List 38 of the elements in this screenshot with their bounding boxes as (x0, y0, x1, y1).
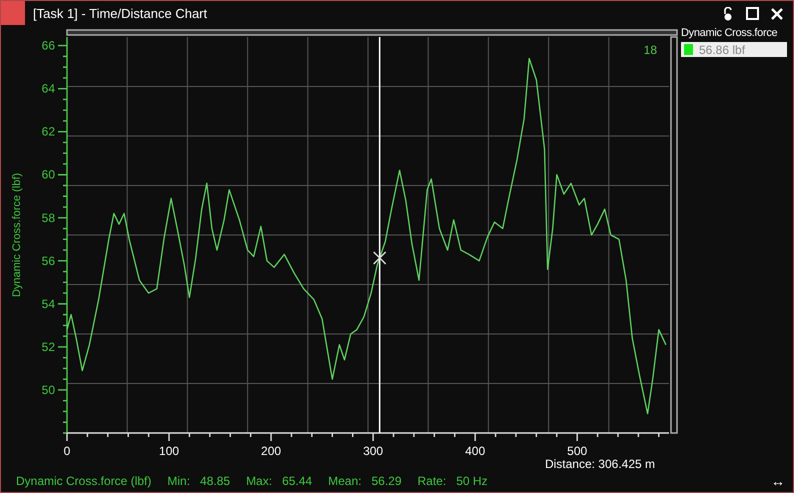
legend-title: Dynamic Cross.force (681, 27, 778, 39)
close-icon[interactable] (771, 8, 783, 20)
y-tick-label: 50 (42, 382, 55, 397)
y-tick-label: 56 (42, 254, 55, 268)
stat-value: 56.29 (371, 474, 402, 488)
y-tick-label: 58 (42, 210, 55, 225)
x-tick-label: 400 (465, 444, 486, 458)
x-tick-label: 200 (261, 444, 282, 458)
scrollbar[interactable] (66, 29, 678, 36)
stat-label: Rate: (418, 474, 446, 488)
y-axis-title: Dynamic Cross.force (lbf) (11, 172, 23, 298)
cursor-marker-icon (372, 251, 386, 265)
maximize-icon[interactable] (746, 7, 759, 20)
unlock-icon[interactable] (722, 6, 734, 20)
cursor-distance-label: Distance: 306.425 m (544, 457, 655, 470)
y-tick-label: 66 (42, 38, 55, 53)
stat-value: 50 Hz (456, 474, 488, 488)
y-tick-label: 60 (42, 168, 55, 182)
y-tick-label: 62 (42, 124, 55, 139)
y-tick-label: 54 (42, 296, 55, 311)
x-tick-label: 300 (363, 444, 384, 458)
stat-value: 65.44 (282, 474, 312, 488)
stat-label: Mean: (328, 474, 362, 488)
stat-label: Min: (167, 474, 190, 488)
stat-label: Max: (246, 474, 272, 488)
y-tick-label: 52 (42, 340, 55, 354)
y-tick-label: 64 (42, 82, 55, 96)
x-tick-label: 0 (64, 444, 70, 458)
stat-value: 48.85 (200, 474, 230, 488)
x-tick-label: 100 (159, 444, 180, 458)
app-icon (1, 1, 25, 25)
corner-label: 18 (644, 43, 657, 57)
window-title: [Task 1] - Time/Distance Chart (33, 6, 208, 21)
scrollbar[interactable] (670, 36, 678, 434)
x-tick-label: 500 (567, 444, 588, 458)
status-channel: Dynamic Cross.force (lbf) (16, 474, 152, 488)
resize-icon[interactable]: ↔ (771, 473, 785, 489)
cursor-line[interactable] (378, 37, 380, 433)
